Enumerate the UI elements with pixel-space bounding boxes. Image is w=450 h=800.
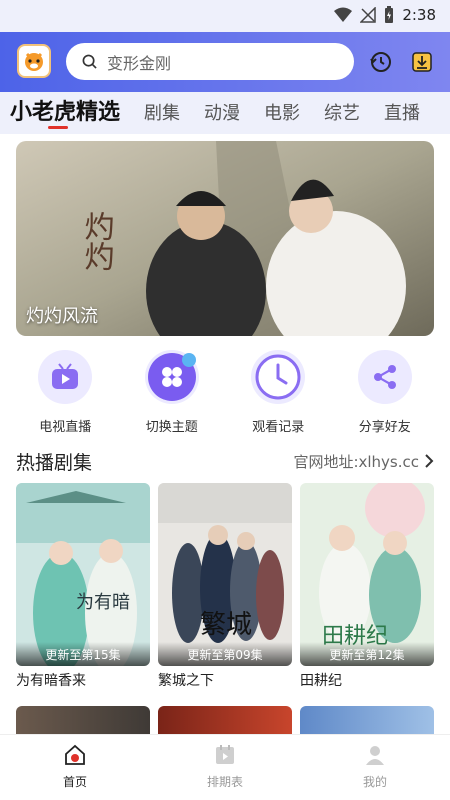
episode-badge: 更新至第12集 — [300, 642, 434, 666]
quick-action-history[interactable]: 观看记录 — [233, 350, 323, 436]
battery-icon — [385, 6, 394, 23]
drama-poster — [158, 706, 292, 734]
quick-action-label: 分享好友 — [358, 420, 411, 435]
quick-action-tv-live[interactable]: 电视直播 — [20, 350, 110, 436]
banner-title: 灼灼风流 — [26, 306, 98, 327]
nav-label: 排期表 — [206, 775, 243, 789]
hero-banner[interactable]: 灼灼 灼灼风流 — [16, 141, 434, 336]
drama-card[interactable] — [16, 706, 150, 734]
no-signal-icon — [360, 7, 377, 23]
app-header: 变形金刚 — [0, 32, 450, 92]
svg-text:灼灼: 灼灼 — [79, 211, 114, 271]
status-time: 2:38 — [402, 6, 436, 24]
theme-icon — [144, 350, 199, 404]
chevron-right-icon — [425, 454, 434, 468]
search-icon — [82, 54, 97, 69]
drama-card[interactable] — [300, 706, 434, 734]
history-icon[interactable] — [367, 48, 395, 76]
drama-poster — [16, 706, 150, 734]
episode-badge: 更新至第15集 — [16, 642, 150, 666]
drama-card[interactable] — [158, 706, 292, 734]
status-bar: 2:38 — [0, 0, 450, 32]
tab-variety[interactable]: 综艺 — [324, 99, 360, 125]
episode-badge: 更新至第09集 — [158, 642, 292, 666]
drama-card[interactable]: 繁城 更新至第09集 繁城之下 — [158, 483, 292, 690]
quick-action-label: 观看记录 — [252, 420, 305, 435]
calendar-icon — [216, 745, 234, 764]
quick-actions: 电视直播 切换主题 观看记录 分享好友 — [0, 350, 450, 436]
status-icons: 2:38 — [334, 6, 436, 24]
quick-action-label: 电视直播 — [39, 420, 92, 435]
tab-series[interactable]: 剧集 — [144, 99, 180, 125]
active-tab-indicator — [48, 126, 68, 129]
tab-featured[interactable]: 小老虎精选 — [10, 94, 120, 126]
quick-action-label: 切换主题 — [145, 420, 198, 435]
tab-live[interactable]: 直播 — [384, 99, 420, 125]
user-icon — [366, 746, 384, 765]
website-link-text: 官网地址:xlhys.cc — [293, 452, 419, 471]
drama-poster: 为有暗 更新至第15集 — [16, 483, 150, 666]
home-icon — [65, 744, 85, 765]
tab-anime[interactable]: 动漫 — [204, 99, 240, 125]
drama-grid: 为有暗 更新至第15集 为有暗香来 繁城 更新至第09集 繁城之下 田耕纪 更新… — [16, 483, 434, 690]
section-header: 热播剧集 官网地址:xlhys.cc — [16, 446, 434, 476]
tiger-logo-icon[interactable] — [17, 44, 51, 78]
download-icon[interactable] — [408, 48, 436, 76]
drama-title: 为有暗香来 — [16, 673, 86, 689]
share-icon — [357, 350, 412, 404]
search-placeholder: 变形金刚 — [107, 53, 172, 73]
drama-poster: 繁城 更新至第09集 — [158, 483, 292, 666]
nav-profile[interactable]: 我的 — [320, 735, 430, 800]
drama-poster — [300, 706, 434, 734]
wifi-icon — [334, 7, 353, 22]
quick-action-theme[interactable]: 切换主题 — [127, 350, 217, 436]
bottom-nav: 首页 排期表 我的 — [0, 734, 450, 800]
website-link[interactable]: 官网地址:xlhys.cc — [293, 451, 434, 472]
nav-label: 首页 — [62, 775, 87, 789]
tv-icon — [38, 350, 93, 404]
drama-title: 田耕纪 — [300, 673, 342, 689]
drama-poster: 田耕纪 更新至第12集 — [300, 483, 434, 666]
nav-label: 我的 — [362, 775, 387, 789]
clock-icon — [251, 350, 306, 404]
nav-home[interactable]: 首页 — [20, 735, 130, 800]
drama-title: 繁城之下 — [158, 673, 214, 689]
category-tabs: 小老虎精选 剧集 动漫 电影 综艺 直播 — [0, 92, 450, 134]
drama-grid-row2 — [16, 706, 434, 734]
drama-card[interactable]: 田耕纪 更新至第12集 田耕纪 — [300, 483, 434, 690]
search-input[interactable]: 变形金刚 — [66, 43, 354, 80]
quick-action-share[interactable]: 分享好友 — [340, 350, 430, 436]
svg-text:繁城: 繁城 — [200, 610, 252, 640]
drama-card[interactable]: 为有暗 更新至第15集 为有暗香来 — [16, 483, 150, 690]
tab-movies[interactable]: 电影 — [264, 99, 300, 125]
svg-text:为有暗: 为有暗 — [76, 592, 130, 613]
section-title: 热播剧集 — [16, 451, 93, 474]
nav-schedule[interactable]: 排期表 — [170, 735, 280, 800]
